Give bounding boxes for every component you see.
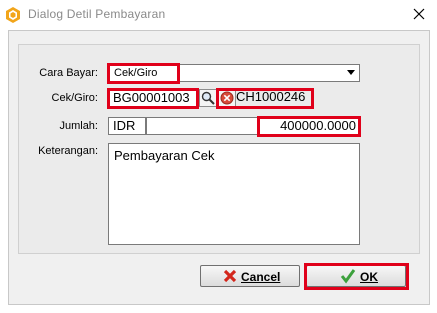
- clear-icon: [220, 91, 234, 105]
- ok-label: OK: [360, 270, 378, 284]
- currency-field[interactable]: IDR: [108, 117, 146, 135]
- keterangan-textarea[interactable]: Pembayaran Cek: [108, 143, 360, 245]
- red-x-icon: [223, 269, 237, 283]
- dialog-window: Dialog Detil Pembayaran Cara Bayar: Cek/…: [0, 0, 437, 313]
- cara-bayar-label: Cara Bayar:: [39, 67, 98, 79]
- cek-giro-label: Cek/Giro:: [51, 92, 98, 104]
- green-check-icon: [340, 269, 356, 284]
- ok-button[interactable]: OK: [306, 265, 406, 287]
- cek-giro-code-field[interactable]: BG00001003: [108, 89, 199, 108]
- cek-giro-ref-field[interactable]: CH1000246: [236, 89, 310, 108]
- cancel-label: Cancel: [241, 270, 281, 284]
- cara-bayar-value: Cek/Giro: [114, 67, 158, 79]
- jumlah-label: Jumlah:: [59, 120, 98, 132]
- chevron-down-icon: [347, 70, 355, 75]
- close-button[interactable]: [405, 2, 433, 26]
- search-button[interactable]: [199, 89, 217, 107]
- titlebar: Dialog Detil Pembayaran: [0, 0, 437, 30]
- keterangan-label: Keterangan:: [38, 145, 98, 157]
- clear-button[interactable]: [218, 89, 236, 107]
- cancel-button[interactable]: Cancel: [200, 265, 300, 287]
- window-title: Dialog Detil Pembayaran: [28, 7, 166, 21]
- app-logo-icon: [6, 7, 20, 23]
- magnifier-icon: [201, 91, 215, 105]
- close-icon: [413, 8, 425, 20]
- cara-bayar-select[interactable]: Cek/Giro: [108, 64, 360, 82]
- amount-field[interactable]: 400000.0000: [146, 117, 360, 135]
